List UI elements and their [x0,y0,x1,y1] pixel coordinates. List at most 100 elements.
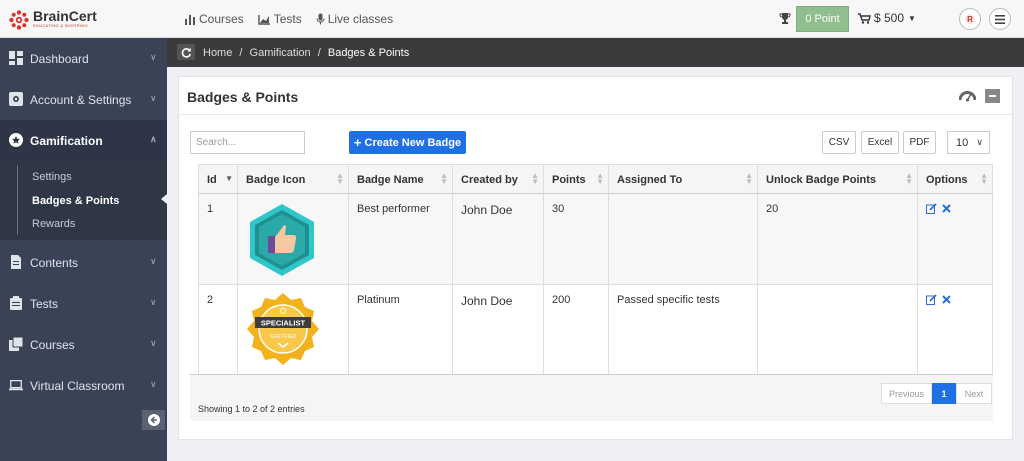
brand-logo[interactable]: BrainCert EDUCATING & INSPIRING [8,9,97,31]
submenu-item-rewards[interactable]: Rewards [32,218,75,230]
cell-points: 200 [544,285,609,375]
sidebar-item-label: Courses [30,338,75,352]
column-label: Unlock Badge Points [766,174,877,186]
delete-icon[interactable] [942,295,951,304]
export-excel-button[interactable]: Excel [861,131,899,154]
breadcrumb-separator: / [239,47,243,59]
sidebar: Dashboard ∨ Account & Settings ∨ Gamific… [0,38,167,461]
arrow-left-circle-icon [147,414,160,426]
cell-assigned-to: Passed specific tests [609,285,758,375]
pagination: Previous 1 Next [881,383,992,404]
sidebar-item-gamification[interactable]: Gamification ∧ [0,120,167,161]
breadcrumb-separator: / [317,47,321,59]
column-header-created-by[interactable]: Created by ▲ ▼ [453,164,544,194]
cell-created-by: John Doe [453,194,544,284]
cell-options [918,285,993,375]
cell-unlock-points: 20 [758,194,918,284]
top-nav: Courses Tests Live classes [184,12,407,26]
hamburger-icon [995,14,1005,24]
sidebar-item-virtual-classroom[interactable]: Virtual Classroom ∨ [0,365,167,406]
sidebar-item-label: Tests [30,297,59,311]
export-pdf-button[interactable]: PDF [903,131,936,154]
column-header-points[interactable]: Points ▲ ▼ [544,164,609,194]
table-row: 1 Best performer John Doe 30 20 [198,194,993,285]
sidebar-item-contents[interactable]: Contents ∨ [0,242,167,283]
export-csv-button[interactable]: CSV [822,131,856,154]
column-header-badge-icon[interactable]: Badge Icon ▲ ▼ [238,164,349,194]
user-avatar-icon: R [965,14,975,24]
brand-tagline: EDUCATING & INSPIRING [33,23,88,28]
sort-desc-icon: ▼ [225,174,233,183]
cell-assigned-to [609,194,758,284]
entries-info: Showing 1 to 2 of 2 entries [198,404,305,414]
balance-value: $ 500 [874,11,905,25]
refresh-button[interactable] [177,44,195,60]
menu-button[interactable] [989,8,1011,30]
chevron-up-icon: ∧ [150,134,157,144]
column-header-id[interactable]: Id ▼ [198,164,238,194]
topnav-live-classes[interactable]: Live classes [316,12,393,26]
cell-created-by: John Doe [453,285,544,375]
column-label: Options [926,174,968,186]
sidebar-item-dashboard[interactable]: Dashboard ∨ [0,38,167,79]
column-header-badge-name[interactable]: Badge Name ▲ ▼ [349,164,453,194]
topnav-tests-label: Tests [273,12,302,26]
cart-icon [858,12,871,24]
collapse-sidebar-button[interactable] [142,410,165,430]
thumbs-up-badge-icon [250,204,314,276]
divider [179,114,1012,115]
breadcrumb-bar: Home / Gamification / Badges & Points [167,38,1024,67]
topnav-tests[interactable]: Tests [257,12,302,26]
create-new-badge-button[interactable]: + Create New Badge [349,131,466,154]
microphone-icon [316,13,325,25]
settings-icon [9,92,23,106]
chevron-down-icon: ∨ [150,379,157,389]
edit-icon[interactable] [926,203,937,214]
sidebar-item-label: Contents [30,256,79,270]
breadcrumb: Home / Gamification / Badges & Points [203,47,413,59]
braincert-logo-icon [9,10,29,30]
chevron-down-icon: ∨ [150,338,157,348]
dashboard-gauge-icon[interactable] [959,88,976,103]
topnav-courses[interactable]: Courses [184,12,244,26]
specialist-badge-icon: SPECIALIST CERTIFIED [247,293,319,365]
sidebar-item-courses[interactable]: Courses ∨ [0,324,167,365]
submenu-item-settings[interactable]: Settings [32,171,72,183]
user-avatar-button[interactable]: R [959,8,981,30]
bar-chart-icon [185,14,195,25]
page-size-select[interactable]: 10 ∨ [947,131,990,154]
column-label: Badge Name [357,174,424,186]
chevron-down-icon: ∨ [150,297,157,307]
points-button[interactable]: 0 Point [796,6,849,32]
next-page-button[interactable]: Next [956,383,992,404]
dashboard-icon [9,51,23,65]
column-label: Created by [461,174,518,186]
breadcrumb-home[interactable]: Home [203,47,232,59]
minimize-button[interactable] [985,89,1000,103]
sidebar-item-account-settings[interactable]: Account & Settings ∨ [0,79,167,120]
minus-icon [989,95,996,97]
sidebar-item-tests[interactable]: Tests ∨ [0,283,167,324]
table-footer: Showing 1 to 2 of 2 entries Previous 1 N… [190,374,993,421]
column-header-assigned-to[interactable]: Assigned To ▲ ▼ [609,164,758,194]
page-title: Badges & Points [187,89,299,105]
page-size-value: 10 [956,136,969,149]
edit-icon[interactable] [926,294,937,305]
cart-balance-dropdown[interactable]: $ 500 ▼ [858,11,916,25]
column-label: Points [552,174,586,186]
topnav-live-classes-label: Live classes [327,12,394,26]
sort-icon: ▲ ▼ [745,171,753,186]
copy-icon [9,337,23,351]
previous-page-button[interactable]: Previous [881,383,932,404]
submenu-item-badges-points[interactable]: Badges & Points [32,195,119,207]
delete-icon[interactable] [942,204,951,213]
column-header-unlock-badge-points[interactable]: Unlock Badge Points ▲ ▼ [758,164,918,194]
chevron-down-icon: ▼ [908,13,916,23]
breadcrumb-gamification[interactable]: Gamification [250,47,311,59]
trophy-icon [779,13,791,24]
plus-icon: + [353,135,362,150]
column-header-options[interactable]: Options ▲ ▼ [918,164,993,194]
search-input[interactable]: Search... [190,131,305,154]
cell-points: 30 [544,194,609,284]
page-1-button[interactable]: 1 [932,383,956,404]
